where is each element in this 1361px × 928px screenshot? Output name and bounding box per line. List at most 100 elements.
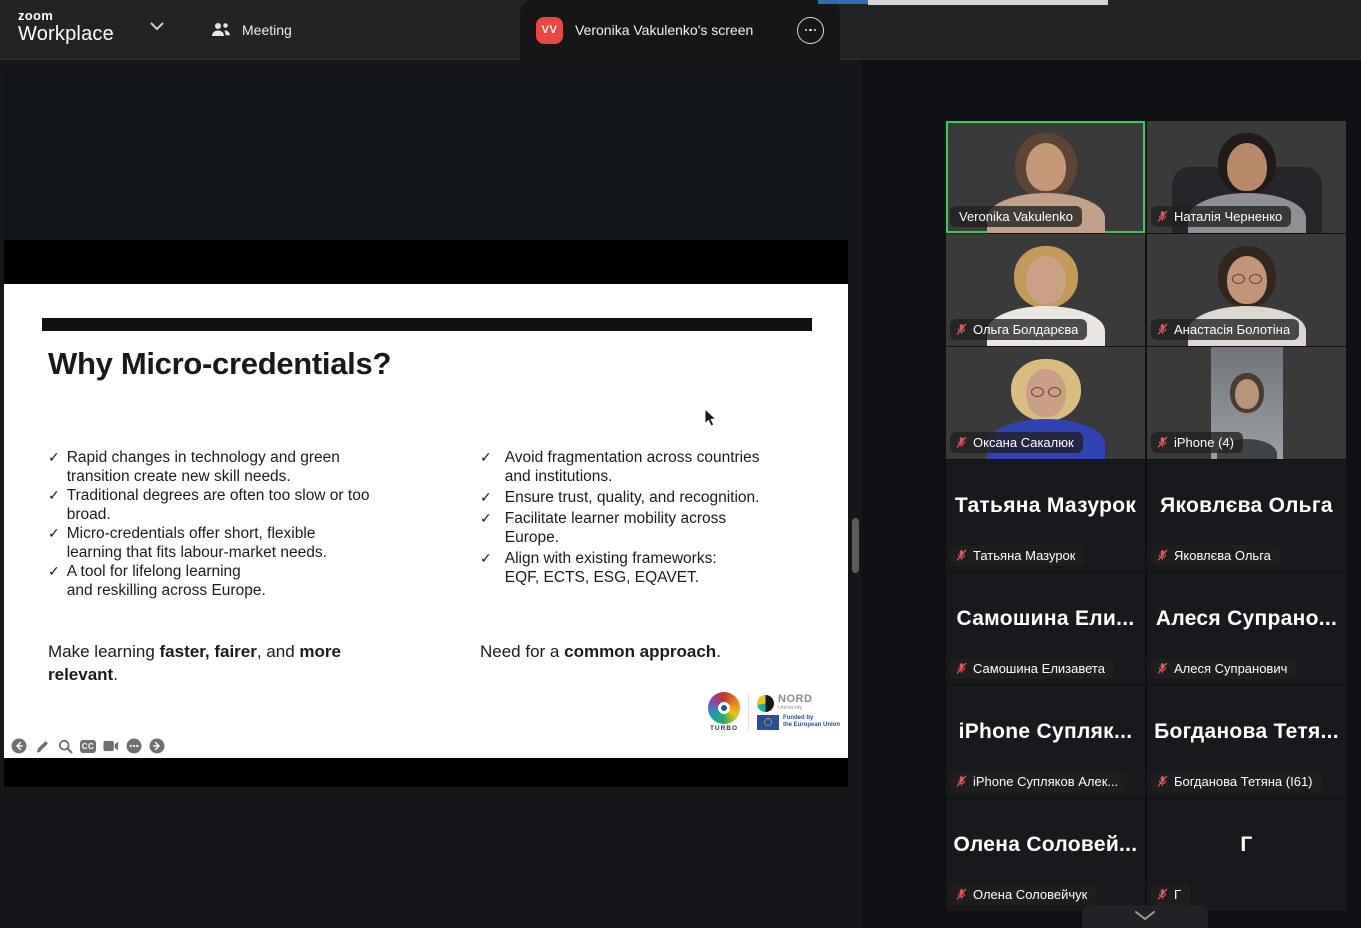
muted-mic-icon [955,775,968,788]
participant-tile[interactable]: Самошина Ели... Самошина Елизавета [946,573,1145,685]
brand-line1: zoom [18,9,114,22]
mouse-cursor [704,408,717,427]
muted-mic-icon [1156,662,1169,675]
previous-slide-button[interactable] [11,738,27,754]
participant-gallery: Veronika Vakulenko Наталія Черненко Ольг… [946,121,1346,911]
participant-display-name: iPhone Супляк... [946,720,1145,744]
zoom-magnifier-icon[interactable] [57,738,73,754]
participant-name-badge: iPhone Супляков Алек... [950,771,1127,792]
muted-mic-icon [1156,888,1169,901]
bullet-item: ✓ Traditional degrees are often too slow… [48,486,378,524]
people-icon [210,22,232,38]
pen-tool-icon[interactable] [34,738,50,754]
slide-letterbox-bottom [4,758,848,787]
slide-divider-bar [42,318,812,331]
check-icon: ✓ [480,448,492,486]
muted-mic-icon [1156,210,1169,223]
tab-meeting-label: Meeting [242,22,292,38]
background-window-edge-light [868,0,1108,5]
camera-icon[interactable] [103,738,119,754]
next-slide-button[interactable] [149,738,165,754]
participant-display-name: Богданова Тетя... [1147,720,1346,744]
participant-tile[interactable]: Ольга Болдарєва [946,234,1145,346]
check-icon: ✓ [48,486,60,524]
participant-tile[interactable]: Veronika Vakulenko [946,121,1145,233]
participant-tile[interactable]: Богданова Тетя... Богданова Тетяна (І61) [1147,686,1346,798]
participant-display-name: Алеся Супрано... [1147,607,1346,631]
tab-options-button[interactable] [797,17,824,44]
bullet-item: ✓ Micro-credentials offer short, flexibl… [48,524,378,562]
participant-tile[interactable]: Наталія Черненко [1147,121,1346,233]
muted-mic-icon [955,662,968,675]
participant-name-badge: Г [1151,884,1190,905]
presentation-slide: Why Micro-credentials? ✓ Rapid changes i… [4,284,848,758]
muted-mic-icon [1156,323,1169,336]
check-icon: ✓ [480,509,492,547]
participant-tile[interactable]: Олена Соловей... Олена Соловейчук [946,799,1145,911]
avatar: VV [536,17,563,44]
participant-tile[interactable]: Татьяна Мазурок Татьяна Мазурок [946,460,1145,572]
participant-display-name: Самошина Ели... [946,607,1145,631]
slide-note-right: Need for a common approach. [480,640,810,663]
bullet-item: ✓ Align with existing frameworks: EQF, E… [480,549,810,587]
participant-name-badge: Яковлєва Ольга [1151,545,1280,566]
check-icon: ✓ [48,524,60,562]
participant-name-badge: Богданова Тетяна (І61) [1151,771,1322,792]
participant-tile[interactable]: Яковлєва Ольга Яковлєва Ольга [1147,460,1346,572]
muted-mic-icon [1156,549,1169,562]
muted-mic-icon [955,888,968,901]
nord-university-logo: NORD University [757,694,840,712]
participant-name-badge: iPhone (4) [1151,432,1243,453]
zoom-workplace-logo: zoom Workplace [18,9,114,44]
participant-tile[interactable]: iPhone (4) [1147,347,1346,459]
slide-note-left: Make learning faster, fairer, and more r… [48,640,398,686]
participant-display-name: Татьяна Мазурок [946,494,1145,518]
participant-name-badge: Самошина Елизавета [950,658,1114,679]
bullet-item: ✓ Rapid changes in technology and green … [48,448,378,486]
participant-tile[interactable]: Анастасія Болотіна [1147,234,1346,346]
participant-display-name: Яковлєва Ольга [1147,494,1346,518]
participant-name-badge: Наталія Черненко [1151,206,1291,227]
turbo-logo: TURBO [708,692,740,732]
participant-name-badge: Ольга Болдарєва [950,319,1087,340]
eu-flag-icon [757,715,779,730]
participant-tile[interactable]: Оксана Сакалюк [946,347,1145,459]
tab-shared-screen-label: Veronika Vakulenko's screen [575,22,785,38]
muted-mic-icon [955,549,968,562]
collapse-gallery-button[interactable] [1082,905,1208,928]
slide-letterbox-top [4,240,848,284]
presentation-dark-area [4,71,848,240]
slide-left-column: ✓ Rapid changes in technology and green … [48,448,378,600]
bullet-item: ✓ Facilitate learner mobility across Eur… [480,509,810,547]
chevron-down-icon[interactable] [150,22,164,31]
participant-name-badge: Олена Соловейчук [950,884,1096,905]
scrollbar-thumb[interactable] [852,518,859,573]
slide-right-column: ✓ Avoid fragmentation across countries a… [480,448,810,589]
background-window-edge-blue [818,0,868,4]
participant-display-name: Олена Соловей... [946,833,1145,857]
more-options-icon[interactable] [126,738,142,754]
participant-name-badge: Veronika Vakulenko [950,206,1082,227]
turbo-logo-icon [708,692,740,724]
bullet-item: ✓ Avoid fragmentation across countries a… [480,448,810,486]
participant-name-badge: Анастасія Болотіна [1151,319,1299,340]
brand-line2: Workplace [18,24,114,44]
tab-meeting[interactable]: Meeting [200,14,302,46]
closed-captions-icon[interactable]: CC [80,738,96,754]
participant-tile[interactable]: iPhone Супляк... iPhone Супляков Алек... [946,686,1145,798]
slide-logos: TURBO NORD University Funded by the Euro… [708,692,840,732]
participant-tile[interactable]: Алеся Супрано... Алеся Супранович [1147,573,1346,685]
participant-tile[interactable]: Г Г [1147,799,1346,911]
tab-shared-screen[interactable]: VV Veronika Vakulenko's screen [520,0,840,60]
presentation-toolbar: CC [11,738,165,754]
check-icon: ✓ [480,488,492,507]
muted-mic-icon [955,436,968,449]
participant-name-badge: Татьяна Мазурок [950,545,1084,566]
participant-display-name: Г [1147,833,1346,857]
nord-logo-icon [757,695,774,712]
eu-funding-logo: Funded by the European Union [757,715,840,730]
bullet-item: ✓ Ensure trust, quality, and recognition… [480,488,810,507]
muted-mic-icon [1156,775,1169,788]
bullet-item: ✓ A tool for lifelong learning and reski… [48,562,378,600]
check-icon: ✓ [48,562,60,600]
